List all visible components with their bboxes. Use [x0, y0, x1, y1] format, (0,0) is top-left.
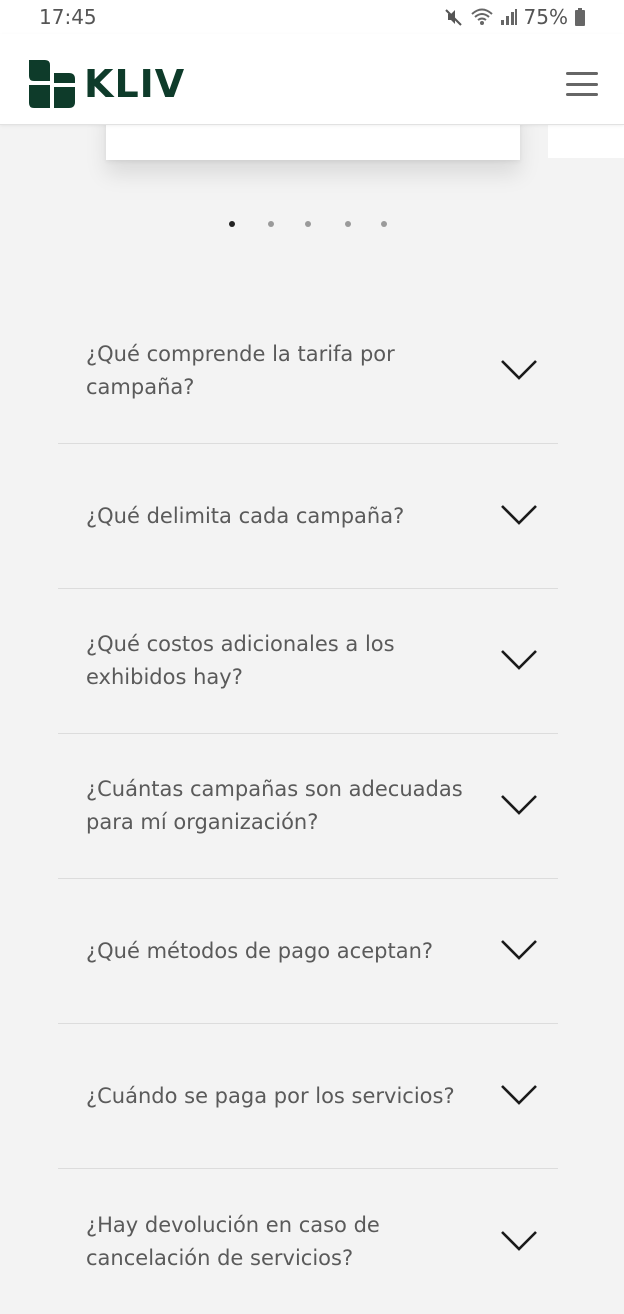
status-time: 17:45	[39, 5, 97, 29]
faq-question: ¿Qué delimita cada campaña?	[86, 503, 405, 528]
brand-name: KLIV	[84, 62, 186, 106]
carousel-dot-1[interactable]	[229, 221, 235, 227]
app-header: KLIV	[0, 34, 624, 125]
chevron-down-icon[interactable]	[500, 938, 538, 962]
faq-question: ¿Qué costos adicionales a los exhibidos …	[86, 632, 395, 689]
brand-logo[interactable]: KLIV	[29, 60, 185, 108]
wifi-icon	[470, 8, 493, 25]
chevron-down-icon[interactable]	[500, 793, 538, 817]
chevron-down-icon[interactable]	[500, 358, 538, 382]
hamburger-menu-icon[interactable]	[566, 72, 598, 96]
kliv-logo-icon	[29, 60, 75, 108]
faq-question: ¿Hay devolución en caso de cancelación d…	[86, 1212, 380, 1270]
status-icons: 75%	[444, 5, 586, 29]
faq-item[interactable]: ¿Hay devolución en caso de cancelación d…	[58, 1169, 558, 1314]
status-bar: 17:45 75%	[0, 0, 624, 34]
faq-item[interactable]: ¿Qué comprende la tarifa por campaña?	[58, 299, 558, 444]
mute-icon	[444, 9, 462, 26]
faq-question: ¿Qué comprende la tarifa por campaña?	[86, 342, 395, 399]
carousel-dot-5[interactable]	[381, 221, 387, 227]
faq-list: ¿Qué comprende la tarifa por campaña? ¿Q…	[58, 299, 558, 1314]
signal-icon	[500, 9, 517, 25]
faq-item[interactable]: ¿Cuándo se paga por los servicios?	[58, 1024, 558, 1169]
carousel-dot-2[interactable]	[268, 221, 274, 227]
carousel-dot-3[interactable]	[305, 221, 311, 227]
faq-question: ¿Qué métodos de pago aceptan?	[86, 938, 434, 963]
faq-question: ¿Cuántas campañas son adecuadas para mí …	[86, 777, 463, 834]
carousel-dot-4[interactable]	[345, 221, 351, 227]
faq-item[interactable]: ¿Cuántas campañas son adecuadas para mí …	[58, 734, 558, 879]
chevron-down-icon[interactable]	[500, 1083, 538, 1107]
chevron-down-icon[interactable]	[500, 503, 538, 527]
chevron-down-icon[interactable]	[500, 648, 538, 672]
faq-item[interactable]: ¿Qué costos adicionales a los exhibidos …	[58, 589, 558, 734]
battery-percent: 75%	[523, 5, 568, 29]
chevron-down-icon[interactable]	[500, 1229, 538, 1253]
faq-question: ¿Cuándo se paga por los servicios?	[86, 1083, 455, 1108]
faq-item[interactable]: ¿Qué métodos de pago aceptan?	[58, 879, 558, 1024]
battery-icon	[575, 8, 585, 26]
faq-item[interactable]: ¿Qué delimita cada campaña?	[58, 444, 558, 589]
